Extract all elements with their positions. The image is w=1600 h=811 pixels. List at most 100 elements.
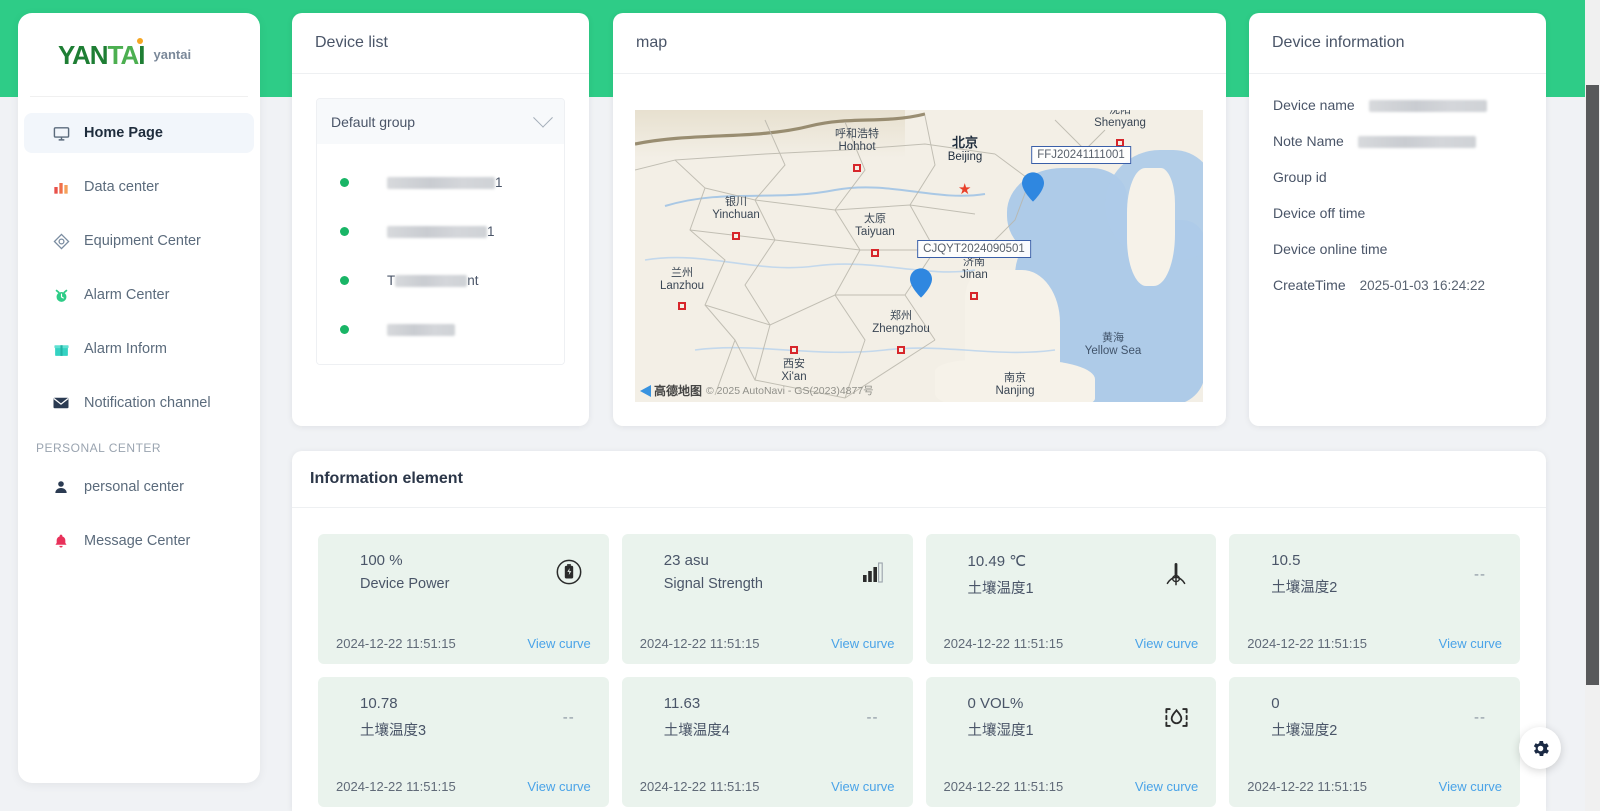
sidebar-nav: Home Page Data center Equipment Center A… xyxy=(18,97,260,561)
view-curve-link[interactable]: View curve xyxy=(1439,779,1502,794)
view-curve-link[interactable]: View curve xyxy=(527,779,590,794)
map-city-label: 郑州 Zhengzhou xyxy=(872,310,930,335)
sidebar: YANTAI yantai Home Page Data center Equi… xyxy=(18,13,260,783)
info-card[interactable]: 0 土壤湿度2 -- 2024-12-22 11:51:15 View curv… xyxy=(1229,677,1520,807)
info-card[interactable]: 23 asu Signal Strength 2024-12-22 11:51:… xyxy=(621,534,913,664)
sidebar-item-label: Alarm Inform xyxy=(84,341,167,357)
view-curve-link[interactable]: View curve xyxy=(1135,636,1198,651)
map-city-label: 沈阳 Shenyang xyxy=(1094,110,1146,129)
city-marker-icon xyxy=(871,249,879,257)
info-card[interactable]: 10.78 土壤温度3 -- 2024-12-22 11:51:15 View … xyxy=(318,677,609,807)
page-scrollbar-thumb[interactable] xyxy=(1586,85,1599,685)
info-row-note-name: Note Name xyxy=(1273,132,1522,150)
view-curve-link[interactable]: View curve xyxy=(527,636,590,651)
information-element-panel: Information element 100 % Device Power 2… xyxy=(292,451,1546,811)
device-information-title: Device information xyxy=(1249,13,1546,74)
info-card-time: 2024-12-22 11:51:15 xyxy=(336,636,456,651)
info-card[interactable]: 11.63 土壤温度4 -- 2024-12-22 11:51:15 View … xyxy=(621,677,913,807)
list-item[interactable]: Tnt xyxy=(317,256,564,305)
list-item[interactable]: 1 xyxy=(317,207,564,256)
logo-mark: YANTAI xyxy=(58,37,146,70)
info-card-time: 2024-12-22 11:51:15 xyxy=(943,636,1064,651)
info-card[interactable]: 10.49 ℃ 土壤温度1 2024-12-22 11:51:15 View c… xyxy=(925,534,1217,664)
view-curve-link[interactable]: View curve xyxy=(1439,636,1502,651)
map-canvas[interactable]: 呼和浩特 Hohhot 银川 Yinchuan 兰州 Lanzhou 太原 Taiyua… xyxy=(635,110,1203,402)
info-row-group-id: Group id xyxy=(1273,168,1522,186)
info-card[interactable]: 0 VOL% 土壤湿度1 2024-12-22 11:51:15 View cu… xyxy=(925,677,1217,807)
list-item[interactable]: 1 xyxy=(317,158,564,207)
settings-fab-button[interactable] xyxy=(1519,727,1561,769)
info-card-label: 土壤温度4 xyxy=(663,723,730,739)
gear-icon xyxy=(1533,740,1549,756)
device-information-body: Device name Note Name Group id Device of… xyxy=(1249,74,1546,294)
info-value xyxy=(1357,134,1476,149)
sidebar-item-alarm-inform[interactable]: Alarm Inform xyxy=(24,329,254,369)
sidebar-item-equipment-center[interactable]: Equipment Center xyxy=(24,221,254,261)
info-card-bottom: 2024-12-22 11:51:15 View curve xyxy=(944,779,1199,794)
map-pin-label[interactable]: CJQYT2024090501 xyxy=(917,240,1031,258)
no-icon-placeholder: -- xyxy=(562,709,575,726)
status-dot-online xyxy=(340,227,349,236)
sidebar-item-label: Alarm Center xyxy=(84,287,170,303)
sidebar-item-message-center[interactable]: Message Center xyxy=(24,521,254,561)
info-card-value: 100 % xyxy=(360,552,403,569)
map-city-label: 银川 Yinchuan xyxy=(712,196,760,221)
sidebar-item-home-page[interactable]: Home Page xyxy=(24,113,254,153)
info-card-label: 土壤温度3 xyxy=(360,723,427,739)
gift-box-icon xyxy=(50,341,72,358)
monitor-icon xyxy=(50,125,72,142)
info-card-top: 11.63 土壤温度4 -- xyxy=(640,695,895,740)
no-icon-placeholder: -- xyxy=(1474,566,1486,583)
sidebar-item-label: personal center xyxy=(84,479,184,495)
device-group-box: Default group 1 1 Tnt xyxy=(316,98,565,365)
info-card-time: 2024-12-22 11:51:15 xyxy=(639,636,760,651)
chevron-down-icon[interactable] xyxy=(533,107,553,128)
info-card-value: 11.63 xyxy=(663,695,701,712)
map-city-label: 西安 Xi'an xyxy=(781,358,807,383)
info-card-texts: 10.78 土壤温度3 xyxy=(336,695,426,740)
no-icon-placeholder: -- xyxy=(866,709,879,726)
device-rows: 1 1 Tnt xyxy=(317,144,564,364)
info-card-label: Device Power xyxy=(360,576,450,592)
info-card-texts: 11.63 土壤温度4 xyxy=(640,695,730,740)
info-card[interactable]: 10.5 土壤温度2 -- 2024-12-22 11:51:15 View c… xyxy=(1229,534,1520,664)
redacted-text xyxy=(387,324,455,337)
sidebar-item-alarm-center[interactable]: Alarm Center xyxy=(24,275,254,315)
info-card[interactable]: 100 % Device Power 2024-12-22 11:51:15 V… xyxy=(318,534,609,664)
sidebar-item-personal-center[interactable]: personal center xyxy=(24,467,254,507)
view-curve-link[interactable]: View curve xyxy=(831,636,894,651)
map-city-label: 呼和浩特 Hohhot xyxy=(835,128,879,153)
bar-chart-icon xyxy=(50,179,72,195)
alarm-clock-icon xyxy=(50,287,72,304)
list-item[interactable] xyxy=(317,305,564,354)
map-pin-icon[interactable] xyxy=(1022,172,1044,202)
redacted-text xyxy=(395,275,468,288)
map-city-label: 济南 Jinan xyxy=(960,256,988,281)
info-card-label: 土壤温度2 xyxy=(1271,580,1338,596)
envelope-icon xyxy=(50,394,72,412)
info-card-top: 10.78 土壤温度3 -- xyxy=(336,695,591,740)
map-pin-icon[interactable] xyxy=(910,268,932,298)
no-icon-placeholder: -- xyxy=(1474,709,1486,726)
logo-text-part3: I xyxy=(138,39,145,70)
map-pin-label[interactable]: FFJ20241111001 xyxy=(1031,146,1131,164)
sidebar-item-notification-channel[interactable]: Notification channel xyxy=(24,383,254,423)
view-curve-link[interactable]: View curve xyxy=(1135,779,1198,794)
info-card-bottom: 2024-12-22 11:51:15 View curve xyxy=(336,779,591,794)
device-group-header[interactable]: Default group xyxy=(317,99,564,144)
info-key: CreateTime xyxy=(1273,277,1346,293)
map-capital-label: 北京 Beijing xyxy=(947,135,983,163)
sidebar-item-label: Data center xyxy=(84,179,159,195)
info-card-value: 23 asu xyxy=(663,552,709,569)
brand-logo[interactable]: YANTAI yantai xyxy=(30,13,248,97)
device-diamond-icon xyxy=(50,233,72,250)
info-card-value: 10.49 ℃ xyxy=(967,553,1027,570)
view-curve-link[interactable]: View curve xyxy=(831,779,894,794)
device-list-title: Device list xyxy=(292,13,589,74)
sidebar-section-personal-center: PERSONAL CENTER xyxy=(36,441,162,455)
bell-icon xyxy=(50,533,72,549)
info-card-time: 2024-12-22 11:51:15 xyxy=(336,779,456,794)
info-row-device-off-time: Device off time xyxy=(1273,204,1522,222)
info-card-time: 2024-12-22 11:51:15 xyxy=(1247,636,1367,651)
sidebar-item-data-center[interactable]: Data center xyxy=(24,167,254,207)
